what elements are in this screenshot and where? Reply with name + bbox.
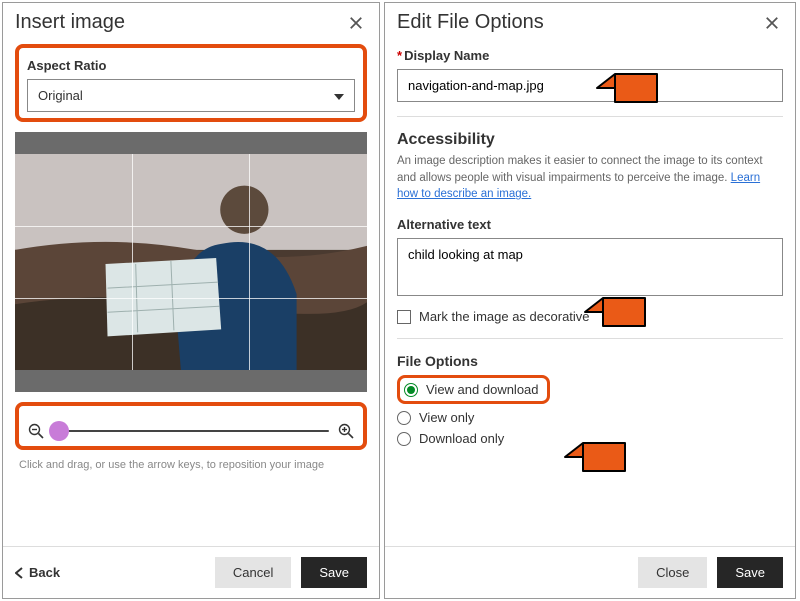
edit-file-options-panel: Edit File Options *Display Name Accessib… bbox=[384, 2, 796, 599]
aspect-ratio-highlight: Aspect Ratio Original bbox=[15, 44, 367, 122]
panel-title: Insert image bbox=[15, 11, 125, 34]
zoom-slider[interactable] bbox=[53, 430, 329, 432]
close-button[interactable]: Close bbox=[638, 557, 707, 588]
back-button[interactable]: Back bbox=[15, 565, 60, 580]
back-label: Back bbox=[29, 565, 60, 580]
alt-text-input[interactable] bbox=[397, 238, 783, 296]
close-icon[interactable] bbox=[345, 12, 367, 34]
zoom-slider-thumb[interactable] bbox=[49, 421, 69, 441]
save-button[interactable]: Save bbox=[717, 557, 783, 588]
radio-icon bbox=[397, 411, 411, 425]
radio-icon bbox=[397, 432, 411, 446]
option-view-only[interactable]: View only bbox=[397, 410, 783, 425]
zoom-out-icon[interactable] bbox=[27, 422, 45, 440]
panel-title: Edit File Options bbox=[397, 11, 544, 34]
insert-image-panel: Insert image Aspect Ratio Original bbox=[2, 2, 380, 599]
chevron-down-icon bbox=[334, 88, 344, 103]
decorative-checkbox[interactable]: Mark the image as decorative bbox=[397, 309, 783, 324]
close-icon[interactable] bbox=[761, 12, 783, 34]
checkbox-icon bbox=[397, 310, 411, 324]
accessibility-description: An image description makes it easier to … bbox=[397, 153, 783, 203]
display-name-label: *Display Name bbox=[397, 48, 783, 63]
option-view-and-download[interactable]: View and download bbox=[404, 382, 539, 397]
radio-label: View only bbox=[419, 410, 474, 425]
aspect-ratio-value: Original bbox=[38, 88, 83, 103]
cancel-button[interactable]: Cancel bbox=[215, 557, 291, 588]
radio-icon bbox=[404, 383, 418, 397]
radio-label: Download only bbox=[419, 431, 504, 446]
zoom-highlight bbox=[15, 402, 367, 450]
radio-label: View and download bbox=[426, 382, 539, 397]
alt-text-label: Alternative text bbox=[397, 217, 783, 232]
accessibility-heading: Accessibility bbox=[397, 131, 783, 149]
display-name-input[interactable] bbox=[397, 69, 783, 102]
save-button[interactable]: Save bbox=[301, 557, 367, 588]
reposition-helper-text: Click and drag, or use the arrow keys, t… bbox=[15, 458, 367, 473]
zoom-in-icon[interactable] bbox=[337, 422, 355, 440]
aspect-ratio-label: Aspect Ratio bbox=[27, 58, 355, 73]
decorative-label: Mark the image as decorative bbox=[419, 309, 590, 324]
preview-image bbox=[15, 154, 367, 370]
aspect-ratio-select[interactable]: Original bbox=[27, 79, 355, 112]
file-options-heading: File Options bbox=[397, 353, 783, 369]
option-download-only[interactable]: Download only bbox=[397, 431, 783, 446]
image-crop-area[interactable] bbox=[15, 132, 367, 392]
file-option-highlight: View and download bbox=[397, 375, 550, 404]
